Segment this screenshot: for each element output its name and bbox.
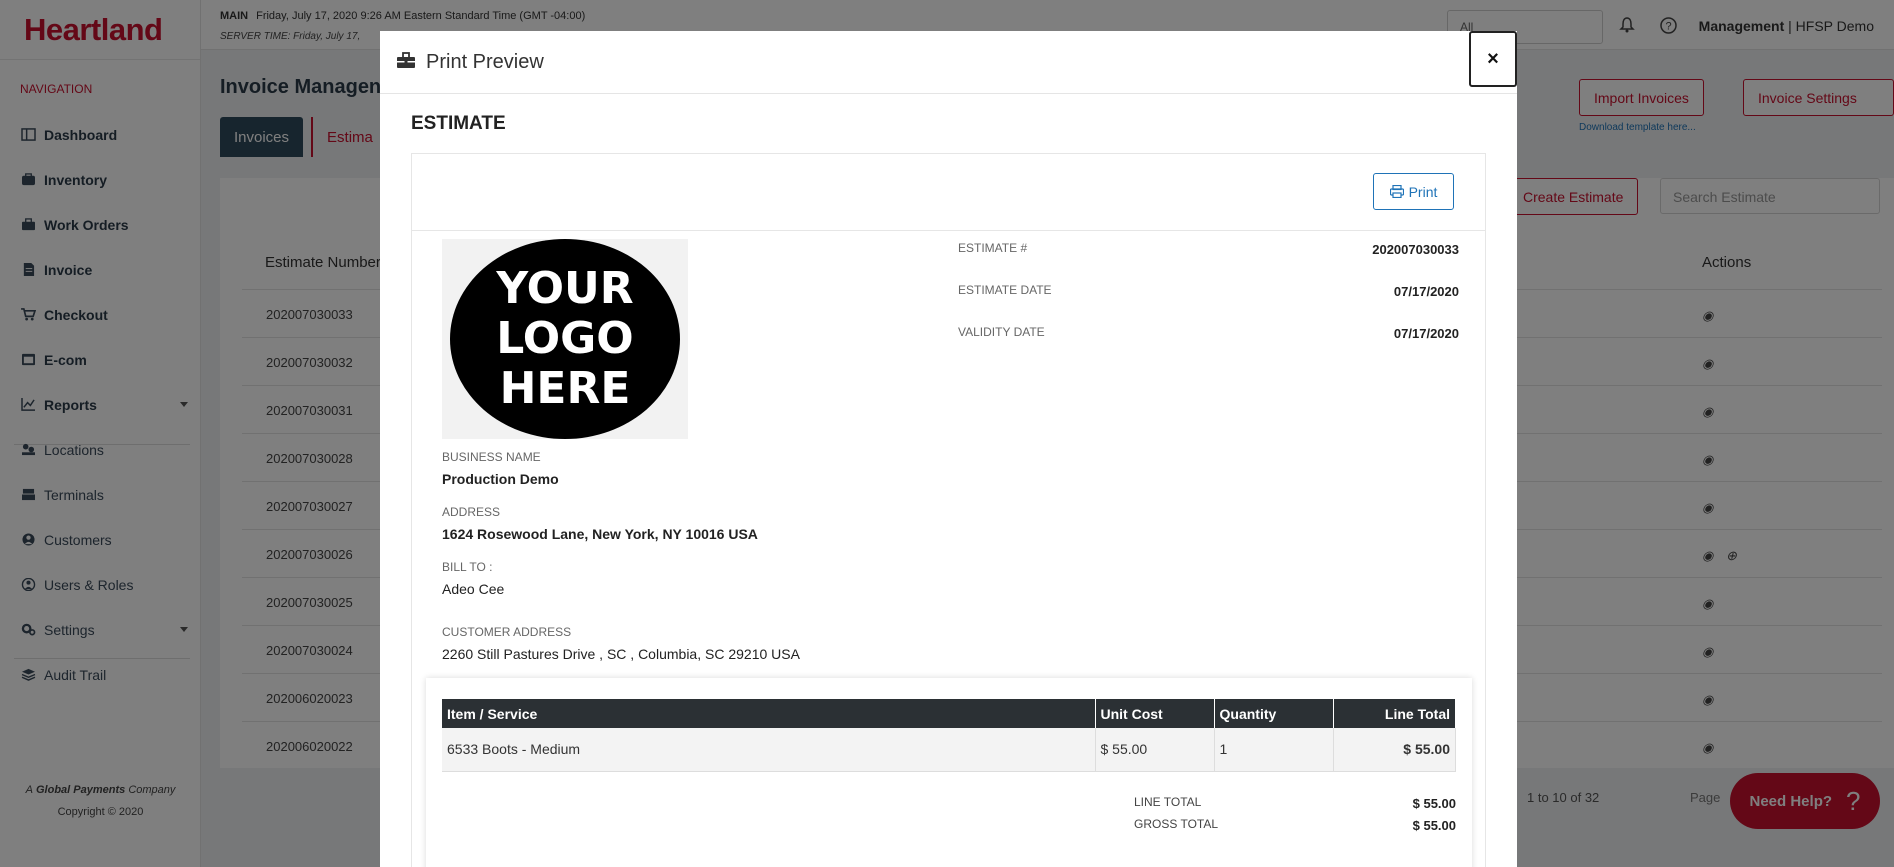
business-name-label: BUSINESS NAME <box>442 450 541 464</box>
table-row: 6533 Boots - Medium $ 55.00 1 $ 55.00 <box>442 728 1456 772</box>
col-unit-cost: Unit Cost <box>1095 699 1215 728</box>
estimate-heading: ESTIMATE <box>411 113 506 134</box>
toolbox-icon <box>396 52 416 72</box>
gross-total-value: $ 55.00 <box>1412 818 1456 833</box>
estimate-date-value: 07/17/2020 <box>1393 284 1459 299</box>
item-unit-cost: $ 55.00 <box>1095 728 1215 772</box>
line-items-panel: Item / Service Unit Cost Quantity Line T… <box>426 678 1472 867</box>
item-line-total: $ 55.00 <box>1333 728 1456 772</box>
estimate-card: Print YOUR LOGO HERE ESTIMATE # 20200703… <box>411 153 1486 867</box>
logo-line: HERE <box>499 363 631 414</box>
business-logo: YOUR LOGO HERE <box>442 239 688 439</box>
line-total-label: LINE TOTAL <box>1134 795 1202 809</box>
bill-to-label: BILL TO : <box>442 560 493 574</box>
col-line-total: Line Total <box>1333 699 1456 728</box>
gross-total-label: GROSS TOTAL <box>1134 817 1219 831</box>
customer-address-label: CUSTOMER ADDRESS <box>442 625 572 639</box>
estimate-number-label: ESTIMATE # <box>958 241 1028 255</box>
close-button[interactable]: × <box>1469 31 1517 87</box>
line-items-table: Item / Service Unit Cost Quantity Line T… <box>442 699 1456 772</box>
table-header-row: Item / Service Unit Cost Quantity Line T… <box>442 699 1456 728</box>
col-item-service: Item / Service <box>442 699 1096 728</box>
business-name: Production Demo <box>442 471 559 487</box>
estimate-number-value: 202007030033 <box>1372 242 1459 257</box>
validity-date-label: VALIDITY DATE <box>958 325 1045 339</box>
logo-placeholder: YOUR LOGO HERE <box>450 239 680 439</box>
print-label: Print <box>1408 183 1438 200</box>
item-name: 6533 Boots - Medium <box>442 728 1096 772</box>
business-address: 1624 Rosewood Lane, New York, NY 10016 U… <box>442 526 758 542</box>
logo-line: YOUR <box>496 263 634 314</box>
print-preview-modal: Print Preview × ESTIMATE Print YOUR LOGO… <box>380 31 1517 867</box>
col-quantity: Quantity <box>1214 699 1334 728</box>
printer-icon <box>1389 185 1404 198</box>
item-quantity: 1 <box>1214 728 1334 772</box>
modal-title: Print Preview <box>426 50 544 73</box>
estimate-date-label: ESTIMATE DATE <box>958 283 1052 297</box>
validity-date-value: 07/17/2020 <box>1393 326 1459 341</box>
customer-address: 2260 Still Pastures Drive , SC , Columbi… <box>442 646 800 662</box>
print-button[interactable]: Print <box>1373 173 1454 210</box>
close-icon: × <box>1487 47 1499 70</box>
logo-line: LOGO <box>496 313 634 364</box>
bill-to-name: Adeo Cee <box>442 581 505 597</box>
line-total-value: $ 55.00 <box>1412 796 1456 811</box>
address-label: ADDRESS <box>442 505 501 519</box>
modal-header: Print Preview <box>380 31 1517 94</box>
card-toolbar: Print <box>412 154 1485 231</box>
